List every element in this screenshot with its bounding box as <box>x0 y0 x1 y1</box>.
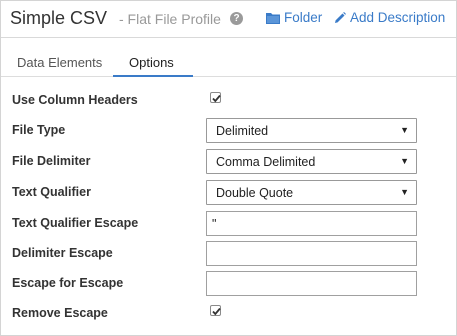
help-icon[interactable]: ? <box>230 12 243 25</box>
text-qualifier-escape-input[interactable]: " <box>206 211 417 236</box>
text-qualifier-escape-label: Text Qualifier Escape <box>12 216 139 230</box>
folder-link-label: Folder <box>284 10 323 25</box>
file-delimiter-select[interactable]: Comma Delimited ▼ <box>206 149 417 174</box>
file-type-label: File Type <box>12 123 66 137</box>
pencil-icon <box>335 11 346 23</box>
checkmark-icon <box>212 94 221 103</box>
add-description-label: Add Description <box>350 10 446 25</box>
dropdown-caret-icon: ▼ <box>400 156 409 166</box>
folder-icon <box>266 12 280 24</box>
profile-panel: Simple CSV - Flat File Profile ? Folder … <box>0 0 457 336</box>
file-delimiter-label: File Delimiter <box>12 154 91 168</box>
text-qualifier-label: Text Qualifier <box>12 185 91 199</box>
delimiter-escape-label: Delimiter Escape <box>12 246 113 260</box>
text-qualifier-value: Double Quote <box>216 186 294 200</box>
active-tab-indicator <box>113 75 193 77</box>
escape-for-escape-label: Escape for Escape <box>12 276 124 290</box>
dropdown-caret-icon: ▼ <box>400 125 409 135</box>
add-description-link[interactable]: Add Description <box>334 10 445 25</box>
profile-header: Simple CSV - Flat File Profile ? Folder … <box>1 1 456 38</box>
file-type-select[interactable]: Delimited ▼ <box>206 118 417 143</box>
file-delimiter-value: Comma Delimited <box>216 155 316 169</box>
profile-title: Simple CSV <box>10 8 108 28</box>
dropdown-caret-icon: ▼ <box>400 187 409 197</box>
use-column-headers-checkbox[interactable] <box>210 92 221 103</box>
tab-options[interactable]: Options <box>129 55 174 70</box>
checkmark-icon <box>212 307 221 316</box>
tab-data-elements[interactable]: Data Elements <box>17 55 102 70</box>
profile-subtitle: - Flat File Profile <box>119 11 221 27</box>
delimiter-escape-input[interactable] <box>206 241 417 266</box>
folder-link[interactable]: Folder <box>266 10 322 25</box>
file-type-value: Delimited <box>216 124 269 138</box>
remove-escape-checkbox[interactable] <box>210 305 221 316</box>
text-qualifier-select[interactable]: Double Quote ▼ <box>206 180 417 205</box>
escape-for-escape-input[interactable] <box>206 271 417 296</box>
tab-bar: Data Elements Options <box>1 39 456 77</box>
remove-escape-label: Remove Escape <box>12 306 108 320</box>
use-column-headers-label: Use Column Headers <box>12 93 138 107</box>
